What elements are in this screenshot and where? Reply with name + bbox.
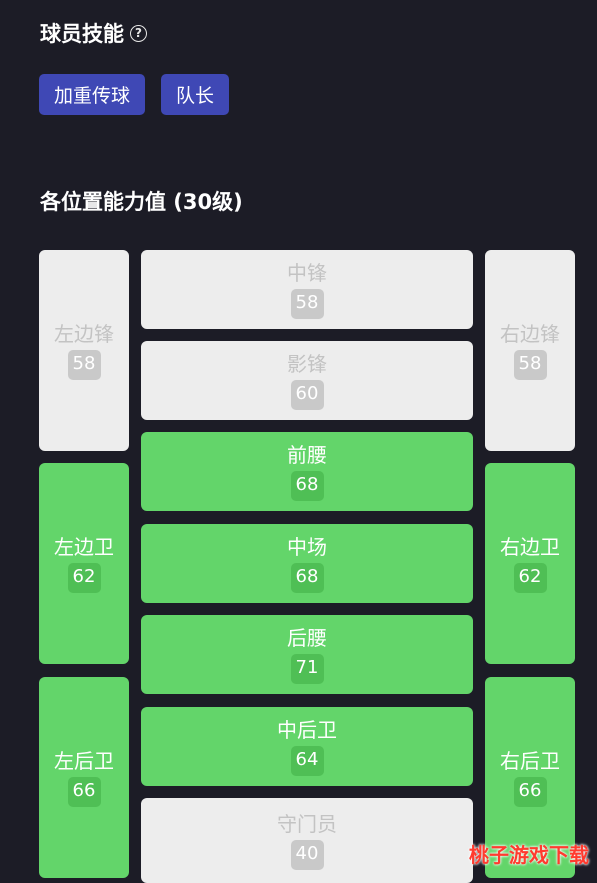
- position-name: 右边卫: [500, 534, 560, 559]
- position-center-back[interactable]: 中后卫 64: [141, 707, 473, 786]
- position-name: 前腰: [287, 442, 327, 467]
- position-name: 守门员: [277, 811, 337, 836]
- position-value: 40: [290, 839, 324, 870]
- skill-tags: 加重传球 队长: [39, 74, 230, 115]
- position-value: 58: [513, 349, 547, 380]
- position-value: 68: [290, 470, 324, 501]
- position-right-back[interactable]: 右边卫 62: [485, 463, 575, 664]
- position-name: 中后卫: [277, 717, 337, 742]
- position-left-fullback[interactable]: 左后卫 66: [39, 677, 129, 878]
- position-attacking-mid[interactable]: 前腰 68: [141, 432, 473, 511]
- position-name: 中锋: [287, 260, 327, 285]
- position-name: 右边锋: [500, 321, 560, 346]
- position-name: 左后卫: [54, 748, 114, 773]
- skill-tag-pass[interactable]: 加重传球: [39, 74, 146, 115]
- watermark-text: 桃子游戏下载: [469, 843, 589, 867]
- position-value: 66: [513, 776, 547, 807]
- position-left-back[interactable]: 左边卫 62: [39, 463, 129, 664]
- skills-heading: 球员技能 ?: [40, 18, 147, 48]
- position-central-mid[interactable]: 中场 68: [141, 524, 473, 603]
- position-value: 58: [67, 349, 101, 380]
- help-icon[interactable]: ?: [130, 24, 147, 42]
- position-name: 影锋: [287, 351, 327, 376]
- skill-tag-captain[interactable]: 队长: [161, 74, 230, 115]
- position-value: 71: [290, 653, 324, 684]
- position-left-wing[interactable]: 左边锋 58: [39, 250, 129, 451]
- skills-title: 球员技能: [40, 22, 124, 46]
- position-value: 60: [290, 379, 324, 410]
- positions-title: 各位置能力值 (30级): [40, 190, 243, 214]
- position-goalkeeper[interactable]: 守门员 40: [141, 798, 473, 883]
- position-name: 左边锋: [54, 321, 114, 346]
- position-value: 62: [67, 562, 101, 593]
- position-value: 66: [67, 776, 101, 807]
- position-value: 64: [290, 745, 324, 776]
- position-value: 68: [290, 562, 324, 593]
- position-value: 58: [290, 288, 324, 319]
- position-name: 右后卫: [500, 748, 560, 773]
- position-shadow-striker[interactable]: 影锋 60: [141, 341, 473, 420]
- position-name: 中场: [287, 534, 327, 559]
- position-value: 62: [513, 562, 547, 593]
- position-right-wing[interactable]: 右边锋 58: [485, 250, 575, 451]
- position-striker[interactable]: 中锋 58: [141, 250, 473, 329]
- position-name: 后腰: [287, 625, 327, 650]
- position-defensive-mid[interactable]: 后腰 71: [141, 615, 473, 694]
- position-name: 左边卫: [54, 534, 114, 559]
